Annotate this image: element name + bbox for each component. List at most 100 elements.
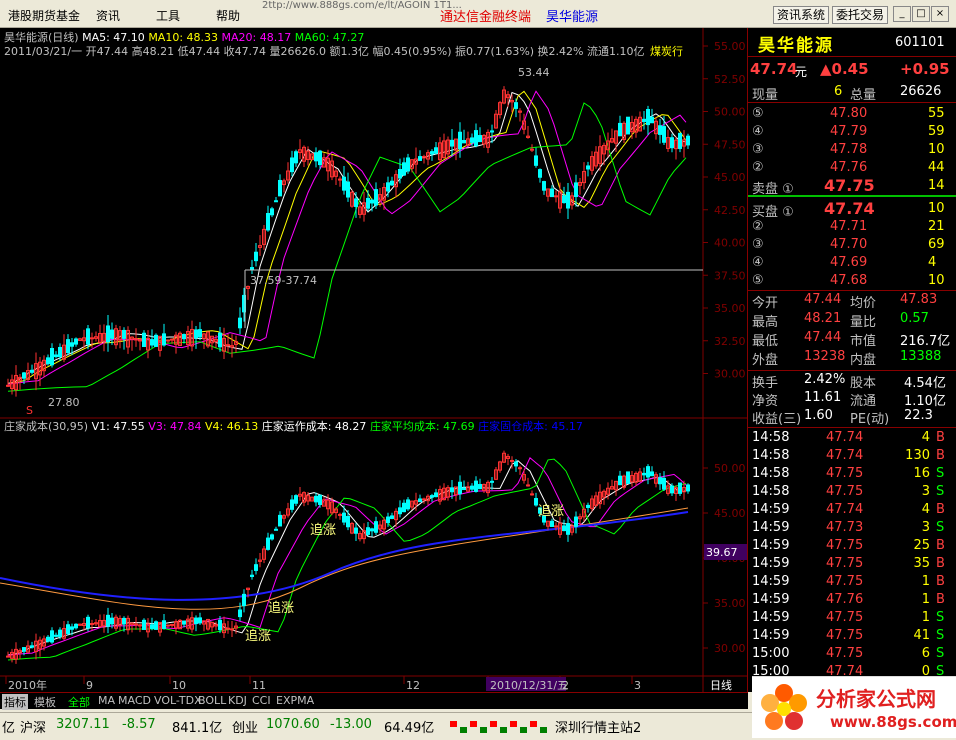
candle <box>254 251 258 262</box>
indicator-value: MA20: 48.17 <box>222 31 295 44</box>
cost-candle <box>650 471 654 477</box>
indicator-tab[interactable]: MACD <box>118 694 151 707</box>
stat-value: 13238 <box>804 349 846 364</box>
indicator-tab[interactable]: 模板 <box>34 694 56 710</box>
candle <box>554 195 558 198</box>
cost-candle <box>318 494 322 505</box>
server-name[interactable]: 深圳行情主站2 <box>555 717 641 736</box>
tick-direction: S <box>936 520 945 535</box>
sh-index-change: -8.57 <box>122 717 156 732</box>
minimize-icon[interactable]: _ <box>893 6 911 22</box>
tick-price: 47.75 <box>826 556 864 571</box>
tick-volume: 1 <box>921 574 930 589</box>
tick-volume: 130 <box>905 448 930 463</box>
candle <box>398 168 402 179</box>
candle <box>478 135 482 143</box>
cost-candle <box>586 504 590 508</box>
flower-logo-icon <box>761 684 807 730</box>
candle <box>50 348 54 366</box>
cost-candle <box>642 472 646 476</box>
cost-candle <box>238 609 242 618</box>
indicator-tab[interactable]: KDJ <box>228 694 247 707</box>
cost-candle <box>270 534 274 540</box>
candle <box>566 191 570 209</box>
cost-candle <box>22 647 26 652</box>
menu-item-help[interactable]: 帮助 <box>216 7 240 24</box>
menu-item-futures[interactable]: 港股期货基金 <box>8 7 80 24</box>
now-volume-label: 现量 <box>752 88 779 103</box>
bid-volume: 69 <box>928 237 945 252</box>
cost-candle <box>434 492 438 498</box>
signal-bar <box>530 721 537 727</box>
watermark-url[interactable]: www.88gs.com <box>830 713 956 731</box>
last-price: 47.74 <box>750 60 798 78</box>
fundamental-value: 4.54亿 <box>904 376 946 391</box>
signal-bar <box>520 727 527 733</box>
total-volume: 26626 <box>900 84 942 99</box>
cost-candle <box>278 514 282 527</box>
candle <box>110 329 114 339</box>
indicator-tab[interactable]: VOL-TDX <box>154 694 202 707</box>
maximize-icon[interactable]: □ <box>912 6 930 22</box>
menu-bar: 港股期货基金 资讯 工具 帮助 2ttp://www.888gs.com/e/l… <box>0 0 956 28</box>
tick-volume: 25 <box>913 538 930 553</box>
cost-candle <box>166 624 170 627</box>
cost-indicator-value: 庄家固仓成本: 45.17 <box>478 419 583 433</box>
candle <box>662 126 666 143</box>
stat-value: 48.21 <box>804 311 842 326</box>
address-text: 2ttp://www.888gs.com/e/lt/AGOIN 1T1... <box>262 0 462 11</box>
candle <box>30 369 34 373</box>
bottom-axis-label: 45.00 <box>714 507 746 520</box>
chase-label: 追涨 <box>538 503 564 519</box>
tick-volume: 3 <box>921 484 930 499</box>
candle <box>70 342 74 347</box>
cost-candle <box>122 617 126 625</box>
cost-candle <box>402 502 406 513</box>
candle <box>270 208 274 216</box>
price-axis-label: 42.50 <box>714 204 746 217</box>
cost-candle <box>182 620 186 625</box>
indicator-tab[interactable]: EXPMA <box>276 694 314 707</box>
bid-volume: 21 <box>928 219 945 234</box>
candle <box>46 357 50 365</box>
indicator-tab[interactable]: MA <box>98 694 115 707</box>
bottom-axis-label: 35.00 <box>714 597 746 610</box>
close-icon[interactable]: × <box>931 6 949 22</box>
tick-price: 47.75 <box>826 628 864 643</box>
cost-candle <box>150 624 154 629</box>
indicator-tab[interactable]: 全部 <box>68 694 90 710</box>
news-system-button[interactable]: 资讯系统 <box>773 6 830 24</box>
tick-price: 47.75 <box>826 574 864 589</box>
tick-direction: B <box>936 556 945 571</box>
cost-candle <box>530 493 534 496</box>
tick-time: 14:59 <box>752 502 790 517</box>
fundamental-value: 22.3 <box>904 408 933 423</box>
price-axis-label: 52.50 <box>714 73 746 86</box>
trade-button[interactable]: 委托交易 <box>832 6 889 24</box>
bid-level-label: ⑤ <box>752 273 764 288</box>
cost-candle <box>462 487 466 491</box>
candle <box>646 109 650 126</box>
cost-candle <box>138 624 142 627</box>
candle <box>462 139 466 144</box>
candle <box>150 339 154 346</box>
menu-item-news[interactable]: 资讯 <box>96 7 120 24</box>
indicator-info-line: 昊华能源(日线) MA5: 47.10 MA10: 48.33 MA20: 48… <box>4 30 364 44</box>
indicator-tab[interactable]: 指标 <box>2 694 28 710</box>
kline-chart[interactable]: 55.00 52.50 50.00 47.50 45.00 42.50 40.00 37.50… <box>0 28 747 692</box>
cost-candle <box>526 484 530 487</box>
tick-time: 14:58 <box>752 466 790 481</box>
ask-price: 47.76 <box>830 160 868 175</box>
indicator-tab[interactable]: CCI <box>252 694 271 707</box>
cost-candle <box>338 513 342 516</box>
indicator-tab[interactable]: BOLL <box>198 694 226 707</box>
signal-bar <box>460 727 467 733</box>
candle <box>154 334 158 347</box>
candle <box>74 338 78 345</box>
cost-candle <box>142 619 146 630</box>
cost-candle <box>514 461 518 467</box>
time-axis-label: 2010/12/31/五 <box>490 679 568 692</box>
fundamental-label: PE(动) <box>850 412 890 427</box>
bid-volume: 10 <box>928 201 945 216</box>
menu-item-tools[interactable]: 工具 <box>156 7 180 24</box>
